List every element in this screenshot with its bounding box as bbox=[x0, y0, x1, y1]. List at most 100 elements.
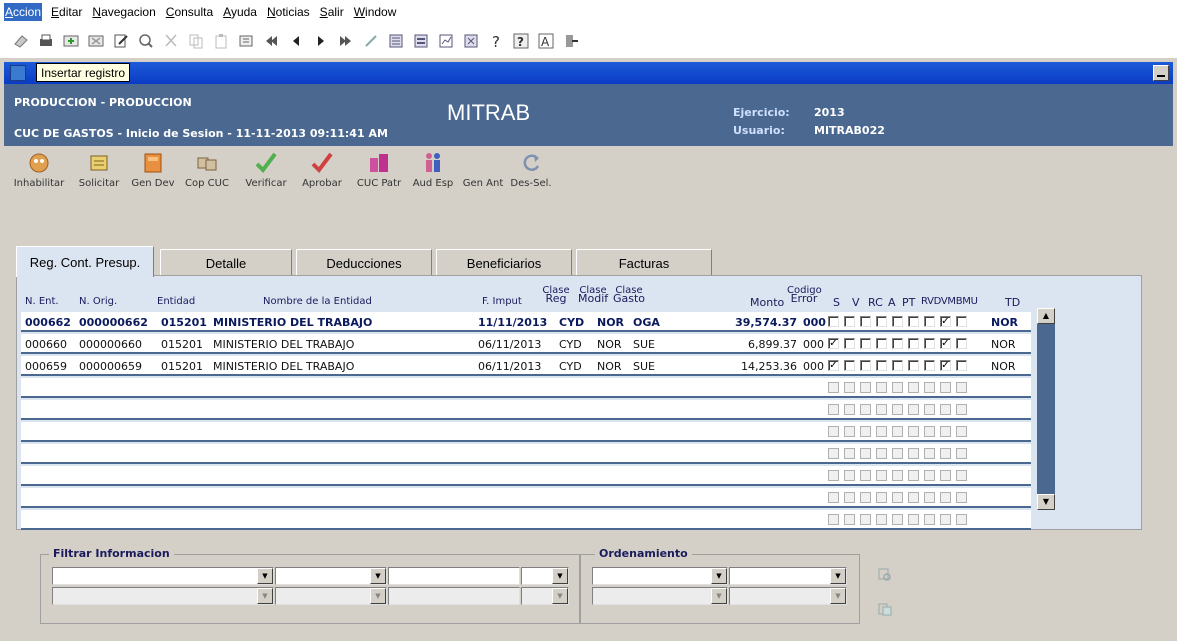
list-icon[interactable] bbox=[385, 30, 407, 52]
row-checkbox[interactable] bbox=[908, 404, 919, 415]
row-checkbox[interactable] bbox=[828, 316, 839, 327]
row-checkbox[interactable] bbox=[924, 382, 935, 393]
row-checkbox[interactable] bbox=[924, 426, 935, 437]
verificar-button[interactable]: Verificar bbox=[238, 150, 294, 189]
row-checkbox[interactable] bbox=[860, 492, 871, 503]
filter-operator-1[interactable]: ▼ bbox=[275, 567, 387, 585]
row-checkbox[interactable] bbox=[844, 426, 855, 437]
help-icon[interactable]: ? bbox=[485, 30, 507, 52]
filter-value-1[interactable] bbox=[388, 567, 520, 585]
row-checkbox[interactable] bbox=[956, 426, 967, 437]
row-checkbox[interactable] bbox=[956, 382, 967, 393]
row-checkbox[interactable] bbox=[924, 404, 935, 415]
row-checkbox[interactable] bbox=[892, 338, 903, 349]
row-checkbox[interactable] bbox=[844, 470, 855, 481]
row-checkbox[interactable] bbox=[828, 470, 839, 481]
dropdown-arrow-icon[interactable]: ▼ bbox=[257, 568, 273, 584]
row-checkbox[interactable] bbox=[892, 316, 903, 327]
list-values-icon[interactable] bbox=[410, 30, 432, 52]
cut-icon[interactable] bbox=[160, 30, 182, 52]
calc-icon[interactable] bbox=[460, 30, 482, 52]
row-checkbox[interactable] bbox=[828, 492, 839, 503]
aud-esp-button[interactable]: Aud Esp bbox=[410, 150, 456, 189]
copy-icon[interactable] bbox=[185, 30, 207, 52]
dropdown-arrow-icon[interactable]: ▼ bbox=[552, 568, 568, 584]
gen-dev-button[interactable]: Gen Dev bbox=[128, 150, 178, 189]
row-checkbox[interactable] bbox=[844, 338, 855, 349]
row-checkbox[interactable] bbox=[924, 492, 935, 503]
menu-editar[interactable]: Editar bbox=[50, 3, 83, 21]
paste-icon[interactable] bbox=[210, 30, 232, 52]
dropdown-arrow-icon[interactable]: ▼ bbox=[711, 588, 727, 604]
table-row[interactable]: 000662 000000662 015201 MINISTERIO DEL TRAB… bbox=[21, 312, 1031, 332]
row-checkbox[interactable] bbox=[908, 514, 919, 525]
row-checkbox[interactable] bbox=[908, 470, 919, 481]
table-row[interactable]: 000660 000000660 015201 MINISTERIO DEL TRAB… bbox=[21, 334, 1031, 354]
row-checkbox[interactable] bbox=[876, 514, 887, 525]
row-checkbox[interactable] bbox=[908, 316, 919, 327]
menu-consulta[interactable]: Consulta bbox=[165, 3, 214, 21]
menu-accion[interactable]: Accion bbox=[4, 3, 43, 21]
row-checkbox[interactable] bbox=[876, 382, 887, 393]
row-checkbox[interactable] bbox=[892, 492, 903, 503]
row-checkbox[interactable] bbox=[956, 448, 967, 459]
row-checkbox[interactable] bbox=[892, 470, 903, 481]
row-checkbox[interactable] bbox=[844, 492, 855, 503]
row-checkbox[interactable] bbox=[924, 360, 935, 371]
row-checkbox[interactable]: ✓ bbox=[940, 360, 951, 371]
row-checkbox[interactable] bbox=[860, 448, 871, 459]
row-checkbox[interactable] bbox=[844, 316, 855, 327]
row-checkbox[interactable] bbox=[828, 382, 839, 393]
row-checkbox[interactable] bbox=[940, 448, 951, 459]
row-checkbox[interactable] bbox=[876, 492, 887, 503]
table-row[interactable]: 000659 000000659 015201 MINISTERIO DEL TRAB… bbox=[21, 356, 1031, 376]
row-checkbox[interactable] bbox=[828, 514, 839, 525]
query-icon[interactable] bbox=[135, 30, 157, 52]
pen-icon[interactable] bbox=[360, 30, 382, 52]
tab-facturas[interactable]: Facturas bbox=[576, 249, 712, 276]
order-field-2[interactable]: ▼ bbox=[592, 587, 728, 605]
filter-connector-2[interactable]: ▼ bbox=[521, 587, 569, 605]
row-checkbox[interactable] bbox=[940, 514, 951, 525]
row-checkbox[interactable] bbox=[940, 470, 951, 481]
table-row[interactable] bbox=[21, 510, 1031, 530]
row-checkbox[interactable] bbox=[892, 448, 903, 459]
row-checkbox[interactable] bbox=[876, 360, 887, 371]
cop-cuc-button[interactable]: Cop CUC bbox=[180, 150, 234, 189]
row-checkbox[interactable] bbox=[924, 514, 935, 525]
row-checkbox[interactable] bbox=[892, 404, 903, 415]
row-checkbox[interactable] bbox=[876, 470, 887, 481]
row-checkbox[interactable] bbox=[924, 338, 935, 349]
tab-reg-cont-presup[interactable]: Reg. Cont. Presup. bbox=[16, 246, 154, 277]
des-sel-button[interactable]: Des-Sel. bbox=[508, 150, 554, 189]
row-checkbox[interactable] bbox=[924, 470, 935, 481]
first-record-icon[interactable] bbox=[260, 30, 282, 52]
solicitar-button[interactable]: Solicitar bbox=[74, 150, 124, 189]
row-checkbox[interactable] bbox=[956, 360, 967, 371]
order-field-1[interactable]: ▼ bbox=[592, 567, 728, 585]
search-apply-icon[interactable] bbox=[878, 568, 892, 582]
row-checkbox[interactable] bbox=[892, 360, 903, 371]
aprobar-button[interactable]: Aprobar bbox=[294, 150, 350, 189]
row-checkbox[interactable] bbox=[860, 338, 871, 349]
dropdown-arrow-icon[interactable]: ▼ bbox=[257, 588, 273, 604]
dropdown-arrow-icon[interactable]: ▼ bbox=[711, 568, 727, 584]
cuc-patr-button[interactable]: CUC Patr bbox=[350, 150, 408, 189]
menu-noticias[interactable]: Noticias bbox=[266, 3, 311, 21]
row-checkbox[interactable] bbox=[860, 514, 871, 525]
row-checkbox[interactable] bbox=[860, 360, 871, 371]
row-checkbox[interactable]: ✓ bbox=[828, 338, 839, 349]
row-checkbox[interactable] bbox=[924, 316, 935, 327]
table-row[interactable] bbox=[21, 378, 1031, 398]
dropdown-arrow-icon[interactable]: ▼ bbox=[830, 568, 846, 584]
minimize-button[interactable] bbox=[1153, 65, 1169, 81]
menu-salir[interactable]: Salir bbox=[319, 3, 345, 21]
clear-filter-icon[interactable] bbox=[878, 602, 892, 616]
report-icon[interactable] bbox=[435, 30, 457, 52]
row-checkbox[interactable] bbox=[940, 382, 951, 393]
tab-detalle[interactable]: Detalle bbox=[160, 249, 292, 276]
row-checkbox[interactable] bbox=[956, 470, 967, 481]
grid-scrollbar[interactable]: ▲ ▼ bbox=[1037, 308, 1055, 510]
menu-window[interactable]: Window bbox=[353, 3, 398, 21]
row-checkbox[interactable] bbox=[844, 382, 855, 393]
